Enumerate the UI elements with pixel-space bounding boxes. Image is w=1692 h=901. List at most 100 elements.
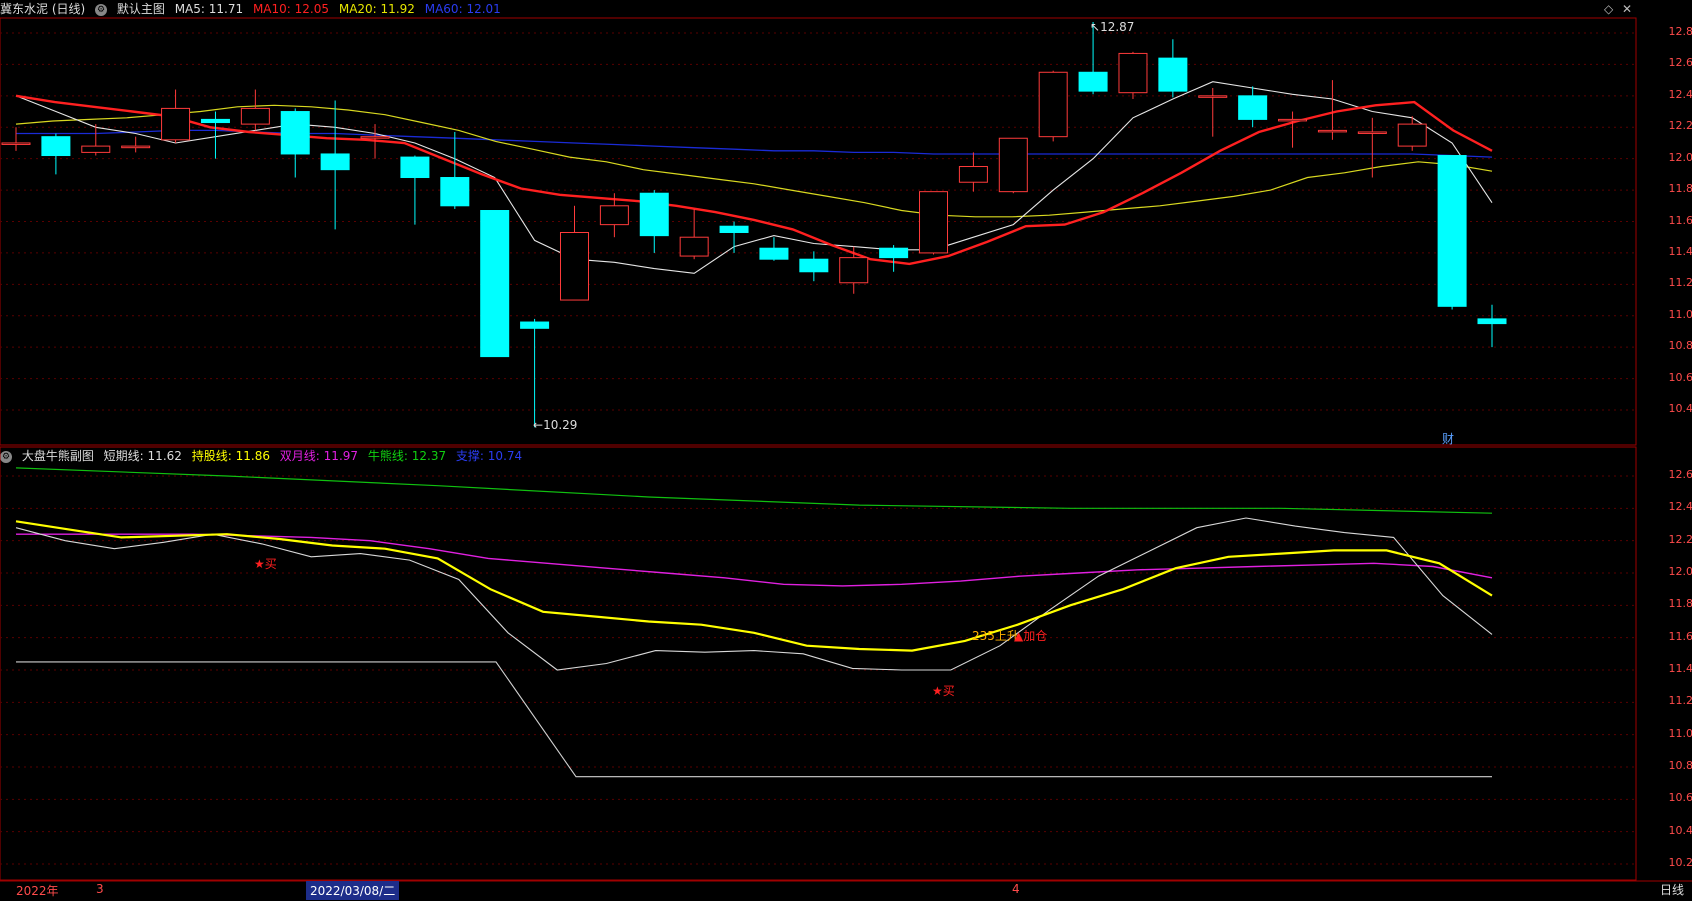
main-axis-tick: 12.00: [1668, 150, 1692, 164]
candle-body: [1238, 95, 1268, 120]
main-axis-tick: 11.00: [1668, 307, 1692, 321]
finance-marker[interactable]: 财: [1442, 430, 1454, 447]
main-panel-border: [0, 17, 1637, 446]
sub-axis-tick: 11.60: [1668, 629, 1692, 643]
candle-body: [41, 136, 71, 157]
candle-body: [161, 107, 191, 141]
candle-body: [240, 107, 270, 125]
candle-body: [1278, 118, 1308, 122]
candle-body: [1, 142, 31, 145]
main-axis-tick: 10.80: [1668, 339, 1692, 353]
month-3-label: 3: [96, 882, 104, 896]
main-axis-tick: 10.40: [1668, 402, 1692, 415]
candle-body: [839, 257, 869, 284]
candle-body: [440, 177, 470, 207]
candle-body: [599, 205, 629, 226]
main-axis-tick: 12.80: [1668, 25, 1692, 38]
ma20-line: [15, 104, 1493, 218]
sub-axis-tick: 12.40: [1668, 500, 1692, 514]
main-axis-tick: 12.40: [1668, 87, 1692, 101]
year-label: 2022年: [16, 884, 59, 898]
candle-body: [639, 192, 669, 237]
candle: [1198, 87, 1228, 137]
sub-axis-tick: 12.20: [1668, 532, 1692, 546]
main-axis-tick: 11.80: [1668, 182, 1692, 196]
candle-body: [679, 236, 709, 257]
candle: [839, 246, 869, 294]
sub-axis-tick: 12.60: [1668, 468, 1692, 481]
bull-bear-line: [15, 467, 1493, 514]
candle-body: [81, 145, 111, 153]
candle-body: [200, 118, 230, 124]
candle: [440, 131, 470, 209]
candle: [280, 108, 310, 178]
month-line: [16, 533, 1493, 587]
candle: [1477, 304, 1507, 348]
candle-body: [360, 136, 390, 139]
candle: [1038, 70, 1068, 142]
sub-axis-tick: 11.40: [1668, 662, 1692, 675]
chart-grid: [0, 17, 1692, 882]
candle: [1, 127, 31, 151]
candle: [559, 205, 589, 301]
candle-body: [879, 247, 909, 259]
candle-body: [121, 145, 151, 149]
candle: [121, 136, 151, 153]
candle-body: [1198, 95, 1228, 98]
rise-signal: 235上升: [972, 629, 1019, 643]
sub-chart-lines: [15, 467, 1493, 778]
candle: [520, 318, 550, 428]
candle: [320, 100, 350, 230]
candle: [1278, 111, 1308, 148]
sub-axis-tick: 10.80: [1668, 759, 1692, 772]
candle: [679, 208, 709, 260]
main-axis-tick: 12.20: [1668, 119, 1692, 133]
selected-date[interactable]: 2022/03/08/二: [306, 881, 400, 900]
candle-body: [1477, 318, 1507, 325]
candle: [400, 155, 430, 225]
ma5-line: [15, 81, 1493, 274]
candle-body: [280, 111, 310, 155]
ma10-line: [15, 94, 1493, 266]
candle-body: [759, 247, 789, 260]
candle-body: [1357, 131, 1387, 134]
moving-average-lines: [15, 81, 1493, 274]
candle-body: [1118, 52, 1148, 94]
sub-axis-tick: 11.20: [1668, 694, 1692, 708]
month-4-label: 4: [1012, 882, 1020, 896]
candle-body: [559, 231, 589, 301]
short-term-line: [15, 517, 1493, 671]
sub-axis-tick: 11.80: [1668, 597, 1692, 611]
ma60-line: [16, 129, 1493, 158]
support-line: [16, 661, 1492, 778]
buy-signal-1: ★买: [254, 557, 277, 571]
candle: [879, 245, 909, 272]
candle: [41, 133, 71, 175]
hold-line: [15, 520, 1493, 652]
candle-body: [320, 153, 350, 171]
sub-axis-tick: 10.40: [1668, 823, 1692, 837]
sub-axis-tick: 12.00: [1668, 565, 1692, 578]
sub-panel-border: [0, 446, 1637, 881]
chart-canvas[interactable]: [0, 0, 1692, 901]
candle: [998, 137, 1028, 194]
low-price-label: ←10.29: [533, 418, 578, 432]
high-price-label: ↖12.87: [1090, 20, 1135, 34]
candlesticks: [1, 22, 1507, 428]
candle-body: [1038, 71, 1068, 138]
candle: [480, 210, 510, 358]
candle-body: [1437, 155, 1467, 307]
candle: [719, 221, 749, 253]
candle-body: [1397, 123, 1427, 147]
candle-body: [400, 156, 430, 179]
candle: [1397, 116, 1427, 151]
candle: [161, 89, 191, 143]
period-button[interactable]: 日线: [1660, 881, 1684, 898]
candle-body: [480, 210, 510, 358]
candle: [919, 191, 949, 255]
candle: [1118, 51, 1148, 99]
add-position-signal: ▲加仓: [1014, 629, 1048, 643]
main-axis-tick: 11.60: [1668, 213, 1692, 227]
candle-body: [919, 191, 949, 254]
buy-signal-2: ★买: [932, 684, 955, 698]
